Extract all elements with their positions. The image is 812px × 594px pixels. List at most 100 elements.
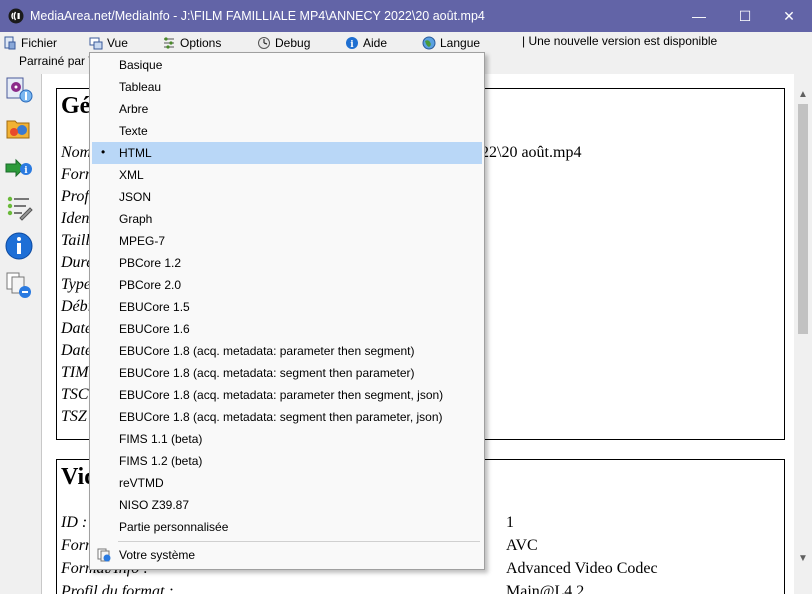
view-option-label: Partie personnalisée [119,520,229,534]
view-option-label: EBUCore 1.6 [119,322,190,336]
video-row-label: Profil du format : [61,583,174,594]
view-option-label: FIMS 1.1 (beta) [119,432,203,446]
options-icon [164,36,174,49]
view-option[interactable]: Partie personnalisée [92,516,482,538]
view-option-label: Texte [119,124,148,138]
menu-view-label: Vue [107,35,128,50]
view-option-label: HTML [119,146,152,160]
open-folder-icon[interactable] [4,113,34,143]
menu-help[interactable]: i Aide [345,34,387,51]
scroll-down-arrow-icon[interactable]: ▼ [794,550,812,568]
view-dropdown-menu: Basique Tableau Arbre Texte • HTML XML J… [89,52,485,570]
view-option[interactable]: EBUCore 1.8 (acq. metadata: parameter th… [92,340,482,362]
video-row-label: ID : [61,514,88,531]
menu-separator [118,541,480,542]
svg-text:i: i [350,40,354,50]
view-option[interactable]: Arbre [92,98,482,120]
update-notice[interactable]: | Une nouvelle version est disponible [522,34,717,48]
view-option[interactable]: Tableau [92,76,482,98]
general-row-label: Taill [61,232,90,249]
view-option-label: EBUCore 1.8 (acq. metadata: segment then… [119,366,415,380]
general-row-label: Type [61,276,91,293]
file-icon [4,36,16,49]
svg-text:i: i [24,166,28,176]
view-option-label: JSON [119,190,152,204]
view-option-label: NISO Z39.87 [119,498,190,512]
view-option-html-selected[interactable]: • HTML [92,142,482,164]
view-option-label: Arbre [119,102,149,116]
view-option-label: EBUCore 1.5 [119,300,190,314]
scroll-up-arrow-icon[interactable]: ▲ [794,86,812,104]
view-option-label: PBCore 2.0 [119,278,182,292]
video-row-value: Main@L4.2 [506,583,585,594]
general-heading: Gé [61,93,91,119]
general-filename-value: 22\20 août.mp4 [481,144,582,161]
view-option[interactable]: FIMS 1.1 (beta) [92,428,482,450]
view-option[interactable]: Graph [92,208,482,230]
view-option[interactable]: EBUCore 1.8 (acq. metadata: parameter th… [92,384,482,406]
general-row-label: Date [61,320,93,337]
view-option[interactable]: EBUCore 1.8 (acq. metadata: segment then… [92,406,482,428]
view-option[interactable]: EBUCore 1.5 [92,296,482,318]
export-icon[interactable]: i [4,153,34,183]
sponsor-text[interactable]: Parrainé par V [19,54,96,68]
view-option-label: PBCore 1.2 [119,256,182,270]
view-option[interactable]: JSON [92,186,482,208]
selected-bullet-icon: • [101,145,106,159]
view-option[interactable]: FIMS 1.2 (beta) [92,450,482,472]
view-option[interactable]: Basique [92,54,482,76]
view-option-label: Votre système [119,548,196,562]
view-option[interactable]: XML [92,164,482,186]
general-row-label: Nom [61,144,92,161]
view-option[interactable]: MPEG-7 [92,230,482,252]
general-row-label: Prof [61,188,89,205]
view-option[interactable]: EBUCore 1.6 [92,318,482,340]
menu-file[interactable]: Fichier [3,34,57,51]
open-file-icon[interactable] [4,74,34,104]
menu-view[interactable]: Vue [89,34,128,51]
menu-options[interactable]: Options [162,34,221,51]
view-option-label: EBUCore 1.8 (acq. metadata: parameter th… [119,388,444,402]
minimize-button[interactable]: — [676,0,722,32]
language-globe-icon [422,36,436,49]
view-option[interactable]: NISO Z39.87 [92,494,482,516]
view-option[interactable]: PBCore 2.0 [92,274,482,296]
about-info-icon[interactable] [4,231,34,261]
menu-debug[interactable]: Debug [257,34,310,51]
debug-icon [258,36,270,49]
view-option-system[interactable]: Votre système [92,544,482,566]
view-option[interactable]: Texte [92,120,482,142]
maximize-button[interactable]: ☐ [722,0,768,32]
video-row-value: 1 [506,514,514,531]
view-option[interactable]: PBCore 1.2 [92,252,482,274]
video-row-value: Advanced Video Codec [506,560,658,577]
help-icon: i [346,36,358,50]
mediainfo-app-icon [8,8,24,24]
menu-language[interactable]: Langue [422,34,480,51]
general-row-label: Débi [61,298,93,315]
view-option-label: FIMS 1.2 (beta) [119,454,203,468]
system-info-icon [97,548,111,562]
menu-file-label: Fichier [21,35,58,50]
view-option-label: reVTMD [119,476,164,490]
general-row-label: TSZ [61,408,87,425]
view-option-label: EBUCore 1.8 (acq. metadata: segment then… [119,410,443,424]
view-option-label: XML [119,168,144,182]
vertical-scrollbar[interactable]: ▲ ▼ [794,84,812,594]
view-icon [89,37,103,49]
view-option[interactable]: EBUCore 1.8 (acq. metadata: segment then… [92,362,482,384]
preferences-icon[interactable] [4,192,34,222]
view-option[interactable]: reVTMD [92,472,482,494]
menu-debug-label: Debug [275,35,311,50]
menu-language-label: Langue [440,35,481,50]
general-row-label: Date [61,342,93,359]
view-option-label: Graph [119,212,153,226]
view-option-label: MPEG-7 [119,234,166,248]
compare-files-icon[interactable] [4,270,34,300]
close-button[interactable]: ✕ [766,0,812,32]
view-option-label: Basique [119,58,163,72]
scrollbar-thumb[interactable] [798,104,808,334]
menu-options-label: Options [180,35,222,50]
video-row-value: AVC [506,537,538,554]
general-row-label: TIM [61,364,89,381]
